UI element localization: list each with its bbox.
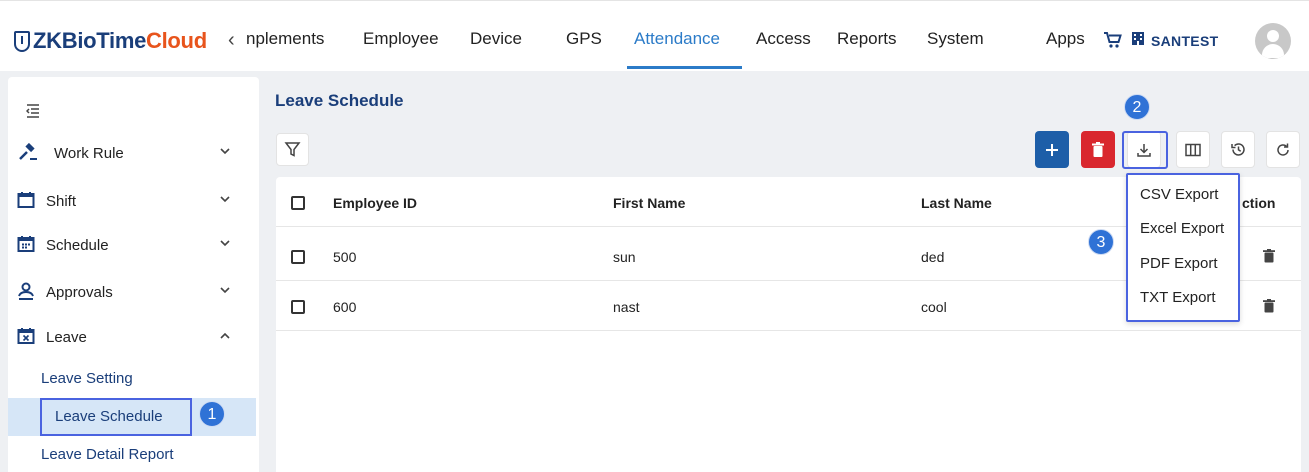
step-highlight-box: [1122, 131, 1168, 169]
add-button[interactable]: [1035, 131, 1069, 168]
chevron-up-icon: [220, 328, 230, 342]
nav-device[interactable]: Device: [470, 29, 522, 49]
sidebar-item-schedule[interactable]: Schedule: [0, 227, 251, 267]
menu-item-csv-export[interactable]: CSV Export: [1140, 186, 1218, 203]
shield-icon: [14, 30, 30, 52]
column-header-action: ction: [1242, 195, 1276, 211]
nav-system[interactable]: System: [927, 29, 984, 49]
sidebar-item-leave[interactable]: Leave: [0, 319, 251, 359]
sidebar-item-label: Schedule: [46, 237, 109, 254]
app-window: ZKBioTime Cloud ‹ nplements Employee Dev…: [0, 0, 1309, 472]
app-logo[interactable]: ZKBioTime Cloud: [14, 28, 207, 54]
step-badge-3: 3: [1088, 229, 1114, 255]
nav-attendance[interactable]: Attendance: [634, 29, 720, 49]
chevron-down-icon: [220, 236, 230, 250]
column-header-employee-id[interactable]: Employee ID: [333, 195, 417, 211]
column-header-first-name[interactable]: First Name: [613, 195, 685, 211]
logo-text-secondary: Cloud: [146, 28, 207, 53]
nav-implements[interactable]: nplements: [246, 29, 324, 49]
sidebar-sub-leave-detail-report[interactable]: Leave Detail Report: [41, 446, 174, 463]
logo-text-primary: ZKBioTime: [33, 28, 147, 53]
cell-last-name: ded: [921, 249, 945, 265]
chevron-down-icon: [220, 192, 230, 206]
sidebar-item-label: Work Rule: [54, 145, 124, 162]
top-navbar: ZKBioTime Cloud ‹ nplements Employee Dev…: [0, 9, 1309, 71]
menu-item-pdf-export[interactable]: PDF Export: [1140, 255, 1218, 272]
cart-icon[interactable]: [1103, 31, 1123, 54]
filter-button[interactable]: [276, 133, 309, 166]
nav-scroll-left-icon[interactable]: ‹: [228, 29, 235, 52]
sidebar-item-label: Leave: [46, 329, 87, 346]
refresh-button[interactable]: [1266, 131, 1300, 168]
person-approve-icon: [16, 282, 36, 302]
building-icon: [1131, 31, 1145, 50]
nav-employee[interactable]: Employee: [363, 29, 439, 49]
step-badge-2: 2: [1124, 94, 1150, 120]
history-icon: [1230, 143, 1245, 156]
row-checkbox[interactable]: [291, 250, 305, 264]
select-all-checkbox[interactable]: [291, 196, 305, 210]
refresh-icon: [1277, 143, 1289, 156]
sidebar-item-approvals[interactable]: Approvals: [0, 274, 251, 314]
sidebar-item-label: Approvals: [46, 284, 113, 301]
company-selector[interactable]: SANTEST: [1131, 31, 1218, 50]
user-avatar[interactable]: [1255, 23, 1291, 59]
menu-item-txt-export[interactable]: TXT Export: [1140, 289, 1216, 306]
step-badge-1: 1: [199, 401, 225, 427]
plus-icon: [1046, 143, 1058, 156]
menu-item-excel-export[interactable]: Excel Export: [1140, 220, 1224, 237]
sidebar-item-work-rule[interactable]: Work Rule: [0, 135, 251, 175]
cell-first-name: nast: [613, 299, 640, 315]
nav-gps[interactable]: GPS: [566, 29, 602, 49]
columns-button[interactable]: [1176, 131, 1210, 168]
cell-employee-id: 600: [333, 299, 357, 315]
sidebar-sub-leave-schedule[interactable]: Leave Schedule: [55, 408, 163, 425]
delete-button[interactable]: [1081, 131, 1115, 168]
calendar-x-icon: [16, 327, 36, 347]
columns-icon: [1185, 143, 1201, 156]
page-title: Leave Schedule: [275, 91, 404, 110]
sidebar-item-label: Shift: [46, 193, 77, 210]
cell-last-name: cool: [921, 299, 947, 315]
export-dropdown-menu: CSV Export Excel Export PDF Export TXT E…: [1126, 173, 1240, 322]
history-button[interactable]: [1221, 131, 1255, 168]
calendar-grid-icon: [16, 235, 36, 255]
row-delete-icon[interactable]: [1263, 299, 1275, 313]
nav-reports[interactable]: Reports: [837, 29, 897, 49]
row-delete-icon[interactable]: [1263, 249, 1275, 263]
company-name: SANTEST: [1151, 32, 1219, 49]
collapse-sidebar-icon[interactable]: [25, 104, 40, 118]
sidebar-item-shift[interactable]: Shift: [0, 183, 251, 223]
gavel-icon: [18, 142, 38, 163]
row-checkbox[interactable]: [291, 300, 305, 314]
trash-icon: [1092, 141, 1104, 157]
nav-apps[interactable]: Apps: [1046, 29, 1085, 49]
filter-icon: [284, 142, 301, 157]
column-header-last-name[interactable]: Last Name: [921, 195, 992, 211]
cell-first-name: sun: [613, 249, 636, 265]
active-tab-indicator: [627, 66, 742, 69]
nav-access[interactable]: Access: [756, 29, 811, 49]
chevron-down-icon: [220, 283, 230, 297]
cell-employee-id: 500: [333, 249, 357, 265]
chevron-down-icon: [220, 144, 230, 158]
calendar-blank-icon: [16, 191, 36, 211]
sidebar-sub-leave-setting[interactable]: Leave Setting: [41, 370, 133, 387]
